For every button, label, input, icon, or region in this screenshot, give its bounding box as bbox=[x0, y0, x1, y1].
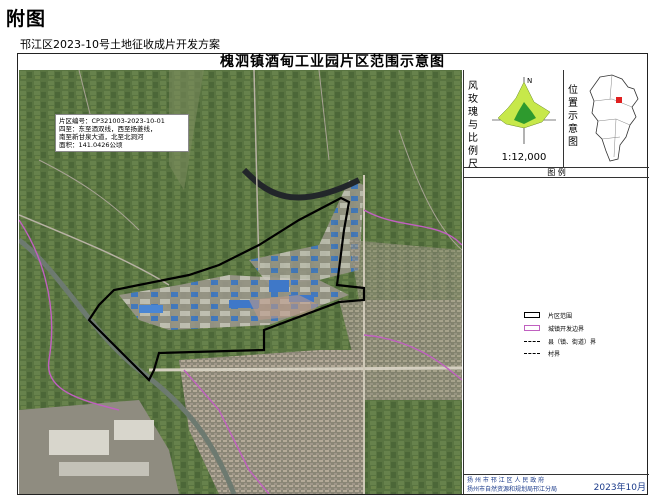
footer-org-line1: 扬 州 市 邗 江 区 人 民 政 府 bbox=[467, 477, 545, 484]
satellite-map[interactable]: 片区编号：CP321003-2023-10-01 四至：东至酒双线，西至扬菱线，… bbox=[19, 70, 462, 494]
footer-org-line2: 扬州市自然资源和规划局邗江分局 bbox=[467, 486, 558, 493]
dev-boundary-swatch bbox=[524, 325, 540, 331]
footer: 扬 州 市 邗 江 区 人 民 政 府 扬州市自然资源和规划局邗江分局 2023… bbox=[464, 474, 649, 494]
parcel-bounds-1: 四至：东至酒双线，西至扬菱线， bbox=[59, 125, 157, 133]
map-title: 槐泗镇酒甸工业园片区范围示意图 bbox=[220, 54, 445, 70]
windrose-icon: N bbox=[492, 77, 556, 144]
legend-title: 图 例 bbox=[464, 168, 649, 178]
parcel-bounds-2: 南至新甘泉大道，北至北洞河 bbox=[59, 133, 144, 141]
map-sheet: 槐泗镇酒甸工业园片区范围示意图 片区编号：CP321003-2023-10-01… bbox=[17, 53, 649, 495]
legend-item-village-line: 村界 bbox=[524, 348, 560, 358]
district-outline-icon bbox=[589, 74, 639, 162]
scale-label: 1:12,000 bbox=[501, 152, 547, 163]
side-panel: 风 玫 瑰 与 比 例 尺 N 1:12,000 位 置 示 意 图 图 例 片… bbox=[463, 70, 649, 494]
north-label: N bbox=[527, 77, 532, 85]
town-line-swatch bbox=[524, 340, 540, 342]
footer-date: 2023年10月 bbox=[593, 483, 646, 493]
legend-item-dev-boundary: 城镇开发边界 bbox=[524, 323, 584, 333]
legend-item-boundary: 片区范围 bbox=[524, 310, 572, 320]
page-title: 附图 bbox=[6, 8, 47, 30]
windrose-box: 风 玫 瑰 与 比 例 尺 N 1:12,000 bbox=[464, 70, 564, 170]
location-box: 位 置 示 意 图 bbox=[564, 70, 649, 168]
location-label: 位 置 示 意 图 bbox=[568, 85, 578, 148]
boundary-swatch bbox=[524, 312, 540, 318]
legend-item-town-line: 县（镇、街道）界 bbox=[524, 336, 596, 346]
parcel-number: 片区编号：CP321003-2023-10-01 bbox=[59, 117, 165, 125]
parcel-info-box: 片区编号：CP321003-2023-10-01 四至：东至酒双线，西至扬菱线，… bbox=[55, 114, 189, 152]
windrose-label: 风 玫 瑰 与 比 例 尺 bbox=[468, 81, 478, 170]
page-subtitle: 邗江区2023-10号土地征收成片开发方案 bbox=[20, 38, 220, 51]
parcel-area: 面积：141.0426公顷 bbox=[59, 141, 123, 149]
location-marker bbox=[616, 97, 622, 103]
footer-org: 扬 州 市 邗 江 区 人 民 政 府 扬州市自然资源和规划局邗江分局 bbox=[467, 476, 557, 494]
village-line-swatch bbox=[524, 352, 540, 354]
